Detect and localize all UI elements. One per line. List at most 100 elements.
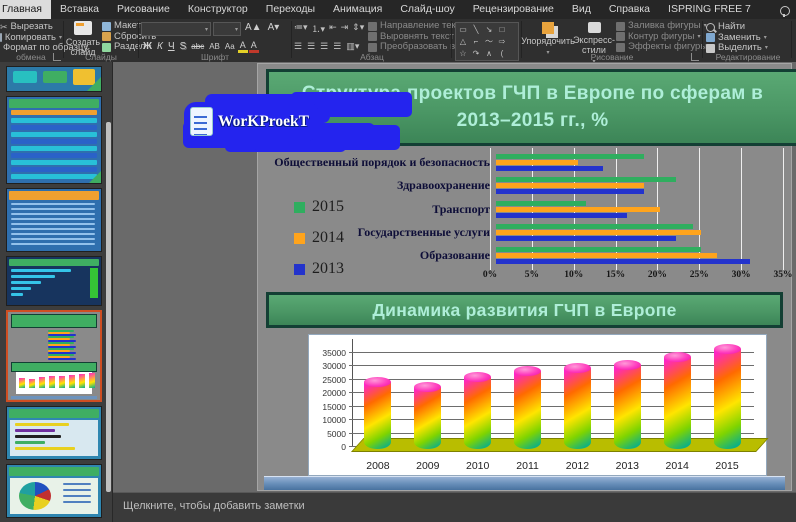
thumbnail-graphic [11, 146, 97, 151]
shape-icon[interactable]: ∧ [483, 48, 495, 59]
cut-button[interactable]: ✂ Вырезать [0, 21, 62, 33]
thumbnail-graphic [79, 374, 85, 388]
shape-icon[interactable]: △ [457, 36, 469, 47]
change-case-button[interactable]: Аа [223, 42, 237, 51]
bullets-button[interactable]: ≔▾ [294, 22, 308, 35]
thumbnail-graphic [9, 99, 99, 108]
clipboard-dialog-launcher[interactable] [53, 53, 61, 61]
drawing-dialog-launcher[interactable] [691, 53, 699, 61]
cylinder [464, 372, 492, 449]
justify-button[interactable]: ☰ [333, 41, 341, 52]
shapes-gallery[interactable]: ▭ ╲ ↘ □ △ ⌐ 〜 ⇨ ☆ ↷ ∧( [455, 22, 519, 61]
editing-group: Найти Заменить ▾ Выделить ▾ Редактирование [706, 19, 790, 62]
tab-ispring-free-7[interactable]: ISPRING FREE 7 [659, 0, 760, 19]
tab-справка[interactable]: Справка [600, 0, 659, 19]
thumbnail-graphic [11, 139, 97, 144]
chart1-title-banner[interactable]: Структура проектов ГЧП в Европе по сфера… [266, 69, 796, 146]
x-tick-label: 5% [524, 270, 539, 280]
slide-canvas[interactable]: Структура проектов ГЧП в Европе по сфера… [258, 64, 796, 490]
underline-button[interactable]: Ч [166, 41, 177, 52]
line-spacing-button[interactable]: ⇕▾ [352, 22, 364, 35]
thumbnail-graphic [39, 377, 45, 388]
shape-icon[interactable]: ▭ [457, 24, 469, 35]
slide-thumbnail-1[interactable] [6, 66, 102, 92]
slide-thumbnail-4[interactable] [6, 256, 102, 306]
text-direction-icon [368, 21, 377, 31]
grouped-bar-chart[interactable]: Общественный порядок и безопасность Здрав… [266, 148, 793, 286]
shape-icon[interactable]: ☆ [457, 48, 469, 59]
category-bars [496, 199, 783, 220]
thumbnail-graphic [15, 435, 61, 438]
align-left-button[interactable]: ☰ [294, 41, 302, 52]
tab-слайд-шоу[interactable]: Слайд-шоу [391, 0, 463, 19]
shape-effects-button[interactable]: Эффекты фигуры▾ [616, 41, 713, 53]
cylinder-chart[interactable]: 0 5000 10000 15000 20000 25000 30000 35000 2008… [308, 334, 769, 476]
cylinder-top [414, 381, 442, 392]
shape-icon[interactable]: ⌐ [470, 36, 482, 47]
shape-icon[interactable]: 〜 [483, 36, 495, 47]
drawing-group: Упорядочить▾ Экспресс-стили▾ Заливка фиг… [521, 19, 713, 65]
columns-button[interactable]: ▥▾ [346, 41, 359, 52]
shape-icon[interactable]: □ [496, 24, 508, 35]
divider [791, 21, 792, 58]
category-label: Общественный порядок и безопасность [274, 155, 490, 169]
cylinder [563, 363, 591, 449]
bar-2015 [496, 177, 677, 183]
shape-effects-icon [616, 42, 625, 52]
tab-конструктор[interactable]: Конструктор [179, 0, 257, 19]
slide-thumbnail-2[interactable] [6, 96, 102, 184]
category-bars [496, 245, 783, 266]
tab-вставка[interactable]: Вставка [51, 0, 108, 19]
thumbnail-graphic [11, 228, 95, 230]
bar-2015 [496, 223, 693, 229]
tab-главная[interactable]: Главная [0, 0, 51, 19]
tab-вид[interactable]: Вид [563, 0, 600, 19]
reset-icon [102, 32, 111, 42]
slide-thumbnail-5[interactable] [6, 310, 102, 402]
increase-indent-button[interactable]: ⇥ [341, 22, 349, 35]
tab-анимация[interactable]: Анимация [324, 0, 391, 19]
tab-рисование[interactable]: Рисование [108, 0, 179, 19]
align-center-button[interactable]: ☰ [307, 41, 315, 52]
legend-swatch [294, 232, 305, 244]
chart2-title-banner[interactable]: Динамика развития ГЧП в Европе [266, 292, 783, 328]
cylinder [613, 360, 641, 449]
notes-placeholder: Щелкните, чтобы добавить заметки [123, 500, 305, 512]
strikethrough-button[interactable]: abc [189, 42, 206, 51]
align-right-button[interactable]: ☰ [320, 41, 328, 52]
tab-рецензирование[interactable]: Рецензирование [464, 0, 563, 19]
shrink-font-button[interactable]: А▾ [266, 22, 282, 36]
numbering-button[interactable]: ⒈▾ [312, 22, 326, 35]
font-name-combo[interactable]: ▾ [141, 22, 211, 36]
tab-переходы[interactable]: Переходы [257, 0, 324, 19]
shape-fill-button[interactable]: Заливка фигуры ▾ [616, 20, 713, 32]
bar-2013 [496, 259, 751, 264]
decrease-indent-button[interactable]: ⇤ [329, 22, 337, 35]
y-tick-label: 35000 [322, 347, 346, 358]
shape-icon[interactable]: ↷ [470, 48, 482, 59]
bold-button[interactable]: Ж [141, 41, 154, 52]
thumbnail-scrollbar[interactable] [106, 122, 111, 492]
font-size-combo[interactable]: ▾ [213, 22, 241, 36]
shape-icon[interactable]: ╲ [470, 24, 482, 35]
slide-thumbnail-7[interactable] [6, 464, 102, 518]
character-spacing-button[interactable]: АВ [207, 42, 222, 51]
notes-pane[interactable]: Щелкните, чтобы добавить заметки [113, 492, 796, 522]
tell-me-box[interactable]: Что вы хотите сделать? [779, 0, 796, 19]
x-tick-label: 2011 [516, 460, 539, 472]
divider [138, 21, 139, 58]
find-button[interactable]: Найти [706, 21, 790, 33]
x-tick-label: 30% [731, 270, 751, 280]
x-tick-label: 2008 [366, 460, 390, 472]
shape-icon[interactable]: ↘ [483, 24, 495, 35]
slide-thumbnail-3[interactable] [6, 188, 102, 252]
italic-button[interactable]: К [155, 41, 165, 52]
shape-icon[interactable]: ( [496, 48, 508, 59]
text-shadow-button[interactable]: S [178, 41, 189, 52]
shape-icon[interactable]: ⇨ [496, 36, 508, 47]
thumbnail-graphic [89, 171, 101, 183]
grow-font-button[interactable]: А▲ [243, 22, 264, 36]
slide-thumbnail-6[interactable] [6, 406, 102, 460]
drawing-group-label: Рисование [590, 52, 634, 62]
thumbnail-graphic [15, 447, 75, 450]
